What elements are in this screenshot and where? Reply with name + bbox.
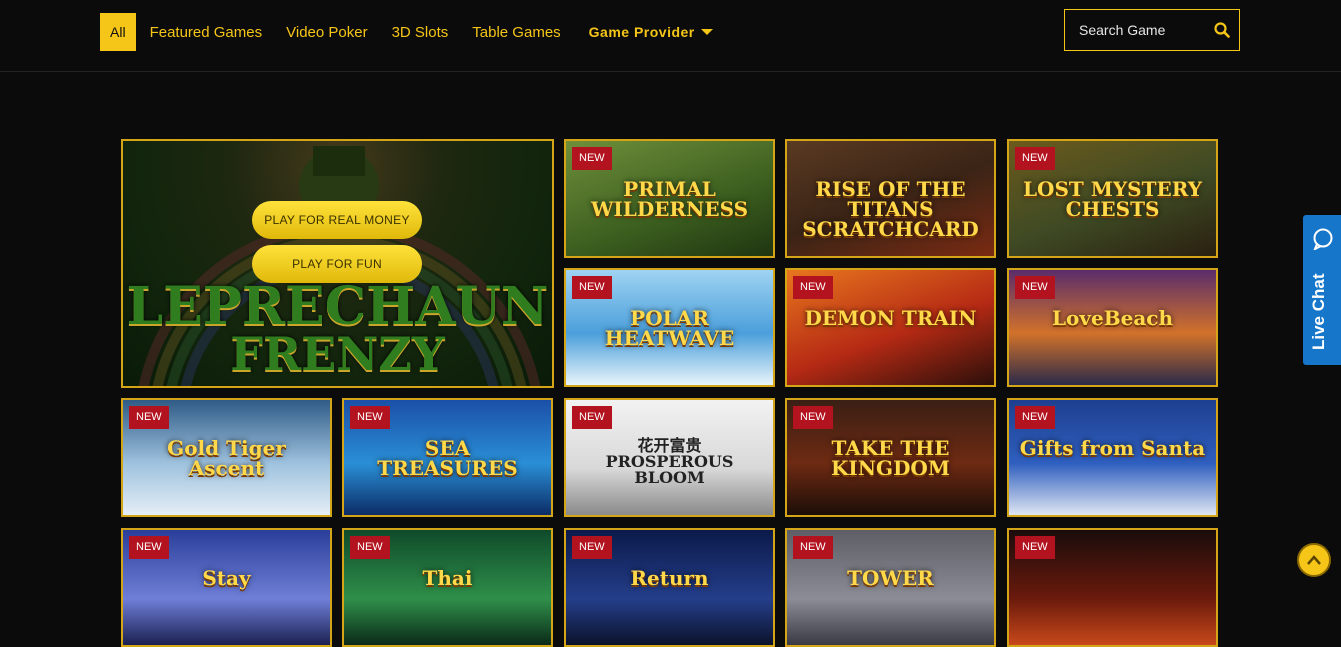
nav-item-all[interactable]: All — [100, 13, 136, 51]
game-tile[interactable]: Gold Tiger Ascent NEW — [121, 398, 332, 517]
new-badge: NEW — [572, 147, 612, 170]
game-title: TOWER — [847, 566, 934, 590]
new-badge: NEW — [1015, 536, 1055, 559]
game-title: DEMON TRAIN — [804, 306, 977, 330]
new-badge: NEW — [793, 536, 833, 559]
new-badge: NEW — [793, 406, 833, 429]
game-tile[interactable]: Gifts from Santa NEW — [1007, 398, 1218, 517]
featured-game-tile[interactable]: LEPRECHAUN FRENZY PLAY FOR REAL MONEY PL… — [121, 139, 554, 388]
top-navigation-bar: All Featured Games Video Poker 3D Slots … — [0, 0, 1341, 72]
scroll-to-top-button[interactable] — [1297, 543, 1331, 577]
featured-title-line2: FRENZY — [230, 327, 445, 381]
chevron-up-icon — [1307, 555, 1321, 565]
search-box — [1064, 9, 1240, 51]
game-tile[interactable]: POLAR HEATWAVE NEW — [564, 268, 775, 387]
caret-down-icon — [700, 29, 713, 35]
game-tile[interactable]: 花开富贵 PROSPEROUS BLOOM NEW — [564, 398, 775, 517]
game-title: Return — [630, 566, 709, 590]
game-tile[interactable]: TAKE THE KINGDOM NEW — [785, 398, 996, 517]
new-badge: NEW — [350, 536, 390, 559]
game-title: Gold Tiger Ascent — [167, 436, 286, 480]
live-chat-button[interactable]: Live Chat — [1303, 215, 1341, 365]
game-provider-label: Game Provider — [588, 24, 695, 40]
game-tile[interactable]: NEW — [1007, 528, 1218, 647]
game-provider-dropdown[interactable]: Game Provider — [589, 24, 713, 40]
new-badge: NEW — [1015, 276, 1055, 299]
game-title: TAKE THE KINGDOM — [830, 436, 950, 480]
game-title: SEA TREASURES — [377, 436, 518, 480]
game-title: Gifts from Santa — [1019, 436, 1206, 460]
game-tile[interactable]: LoveBeach NEW — [1007, 268, 1218, 387]
new-badge: NEW — [129, 406, 169, 429]
game-tile[interactable]: Return NEW — [564, 528, 775, 647]
new-badge: NEW — [793, 276, 833, 299]
chat-bubble-icon — [1312, 228, 1334, 255]
play-for-real-money-button[interactable]: PLAY FOR REAL MONEY — [252, 201, 422, 239]
game-title: 花开富贵 PROSPEROUS BLOOM — [605, 436, 734, 487]
game-tile[interactable]: SEA TREASURES NEW — [342, 398, 553, 517]
game-title: POLAR HEATWAVE — [604, 306, 735, 350]
game-tile[interactable]: PRIMAL WILDERNESS NEW — [564, 139, 775, 258]
game-tile[interactable]: DEMON TRAIN NEW — [785, 268, 996, 387]
game-tile[interactable]: LOST MYSTERY CHESTS NEW — [1007, 139, 1218, 258]
game-title: PRIMAL WILDERNESS — [590, 177, 749, 221]
game-tile[interactable]: Thai NEW — [342, 528, 553, 647]
game-title: RISE OF THE TITANS SCRATCHCARD — [802, 177, 979, 241]
search-icon[interactable] — [1205, 10, 1239, 50]
live-chat-label: Live Chat — [1309, 273, 1328, 350]
game-tile[interactable]: RISE OF THE TITANS SCRATCHCARD — [785, 139, 996, 258]
game-title: Stay — [202, 566, 251, 590]
nav-item-video-poker[interactable]: Video Poker — [286, 24, 367, 41]
game-title: LOST MYSTERY CHESTS — [1022, 177, 1203, 221]
new-badge: NEW — [572, 276, 612, 299]
featured-title-line1: LEPRECHAUN — [126, 276, 549, 337]
game-tile[interactable]: TOWER NEW — [785, 528, 996, 647]
game-title: LoveBeach — [1051, 306, 1174, 330]
new-badge: NEW — [572, 536, 612, 559]
new-badge: NEW — [1015, 147, 1055, 170]
new-badge: NEW — [1015, 406, 1055, 429]
game-title: Thai — [422, 566, 473, 590]
nav-item-table-games[interactable]: Table Games — [472, 24, 560, 41]
new-badge: NEW — [572, 406, 612, 429]
play-for-fun-button[interactable]: PLAY FOR FUN — [252, 245, 422, 283]
new-badge: NEW — [350, 406, 390, 429]
category-nav: All Featured Games Video Poker 3D Slots … — [100, 13, 737, 51]
nav-item-featured-games[interactable]: Featured Games — [150, 24, 263, 41]
search-input[interactable] — [1065, 22, 1205, 38]
game-tile[interactable]: Stay NEW — [121, 528, 332, 647]
new-badge: NEW — [129, 536, 169, 559]
nav-item-3d-slots[interactable]: 3D Slots — [392, 24, 449, 41]
